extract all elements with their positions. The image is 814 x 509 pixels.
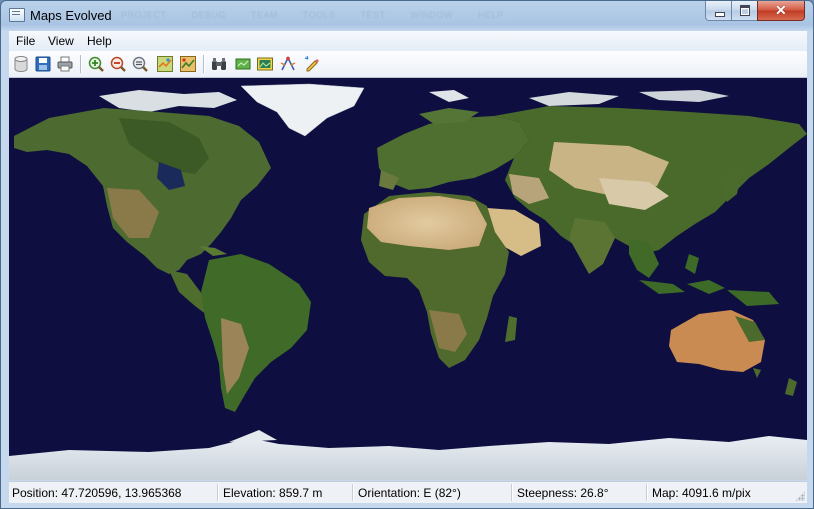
ghost-menu-item: DEBUG	[191, 10, 227, 20]
menu-help[interactable]: Help	[87, 34, 112, 48]
world-map-view[interactable]	[9, 78, 807, 480]
toolbar-separator	[203, 55, 204, 73]
status-divider	[352, 484, 353, 501]
map-image-icon[interactable]	[256, 55, 274, 73]
pencil-tool-icon[interactable]	[303, 55, 321, 73]
window-title: Maps Evolved	[30, 8, 112, 23]
print-icon[interactable]	[56, 55, 74, 73]
status-divider	[217, 484, 218, 501]
maximize-button[interactable]	[731, 1, 758, 21]
ghost-menu-item: TEST	[360, 10, 386, 20]
status-bar: Position: 47.720596, 13.965368 Elevation…	[9, 481, 807, 503]
status-divider	[646, 484, 647, 501]
map-layer-icon[interactable]	[156, 55, 174, 73]
ghost-menu-item: TOOLS	[302, 10, 336, 20]
map-layer-alt-icon[interactable]	[179, 55, 197, 73]
close-button[interactable]: ✕	[757, 1, 805, 21]
app-window: Maps Evolved PROJECT DEBUG TEAM TOOLS TE…	[0, 0, 814, 509]
status-steepness: Steepness: 26.8°	[517, 486, 609, 500]
close-icon: ✕	[775, 2, 787, 18]
status-elevation: Elevation: 859.7 m	[223, 486, 323, 500]
minimize-icon	[715, 12, 725, 17]
toolbar-separator	[80, 55, 81, 73]
background-window-menu: PROJECT DEBUG TEAM TOOLS TEST WINDOW HEL…	[121, 10, 526, 20]
ghost-menu-item: WINDOW	[410, 10, 453, 20]
status-divider	[511, 484, 512, 501]
menu-view[interactable]: View	[48, 34, 74, 48]
database-icon[interactable]	[12, 55, 30, 73]
minimize-button[interactable]	[705, 1, 732, 21]
status-map-scale: Map: 4091.6 m/pix	[652, 486, 751, 500]
title-bar[interactable]: Maps Evolved PROJECT DEBUG TEAM TOOLS TE…	[1, 1, 813, 30]
menu-file[interactable]: File	[16, 34, 35, 48]
compass-tool-icon[interactable]	[279, 55, 297, 73]
zoom-out-icon[interactable]	[109, 55, 127, 73]
zoom-reset-icon[interactable]	[131, 55, 149, 73]
status-orientation: Orientation: E (82°)	[358, 486, 461, 500]
resize-grip-icon[interactable]	[795, 491, 805, 501]
map-green-icon[interactable]	[234, 55, 252, 73]
ghost-menu-item: TEAM	[250, 10, 278, 20]
app-icon	[9, 8, 25, 22]
save-icon[interactable]	[34, 55, 52, 73]
toolbar	[9, 51, 807, 78]
menu-bar: File View Help	[9, 31, 807, 52]
world-map-image	[9, 78, 807, 480]
ghost-menu-item: PROJECT	[121, 10, 167, 20]
maximize-icon	[740, 5, 750, 16]
zoom-in-icon[interactable]	[87, 55, 105, 73]
status-position: Position: 47.720596, 13.965368	[12, 486, 182, 500]
binoculars-icon[interactable]	[210, 55, 228, 73]
ghost-menu-item: HELP	[478, 10, 504, 20]
